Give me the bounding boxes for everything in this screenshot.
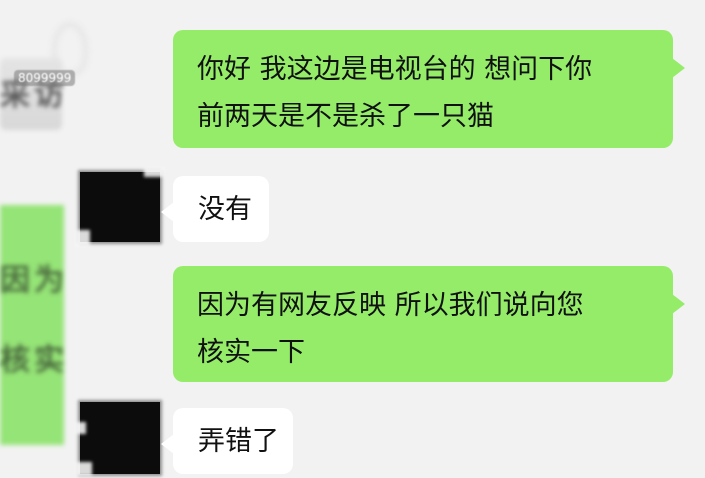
background-blur-bubble	[0, 205, 64, 445]
avatar-redacted[interactable]	[76, 168, 164, 246]
message-text-line: 你好 我这边是电视台的 想问下你	[197, 54, 593, 85]
watermark-id: 8099999	[14, 70, 76, 86]
outgoing-message-bubble[interactable]: 因为有网友反映 所以我们说向您 核实一下	[173, 266, 685, 382]
incoming-message-bubble[interactable]: 弄错了	[161, 408, 293, 474]
message-text-line: 前两天是不是杀了一只猫	[197, 101, 494, 132]
background-ghost-text: 核实	[0, 343, 68, 378]
incoming-message-bubble[interactable]: 没有	[161, 176, 269, 242]
background-ghost-text: 因为	[0, 263, 68, 298]
outgoing-message-bubble[interactable]: 你好 我这边是电视台的 想问下你 前两天是不是杀了一只猫	[173, 30, 685, 148]
message-text: 弄错了	[198, 425, 279, 457]
avatar-redacted[interactable]	[76, 402, 160, 476]
message-text-line: 核实一下	[197, 337, 305, 368]
message-text-line: 因为有网友反映 所以我们说向您	[197, 290, 584, 321]
message-text: 没有	[198, 193, 252, 225]
